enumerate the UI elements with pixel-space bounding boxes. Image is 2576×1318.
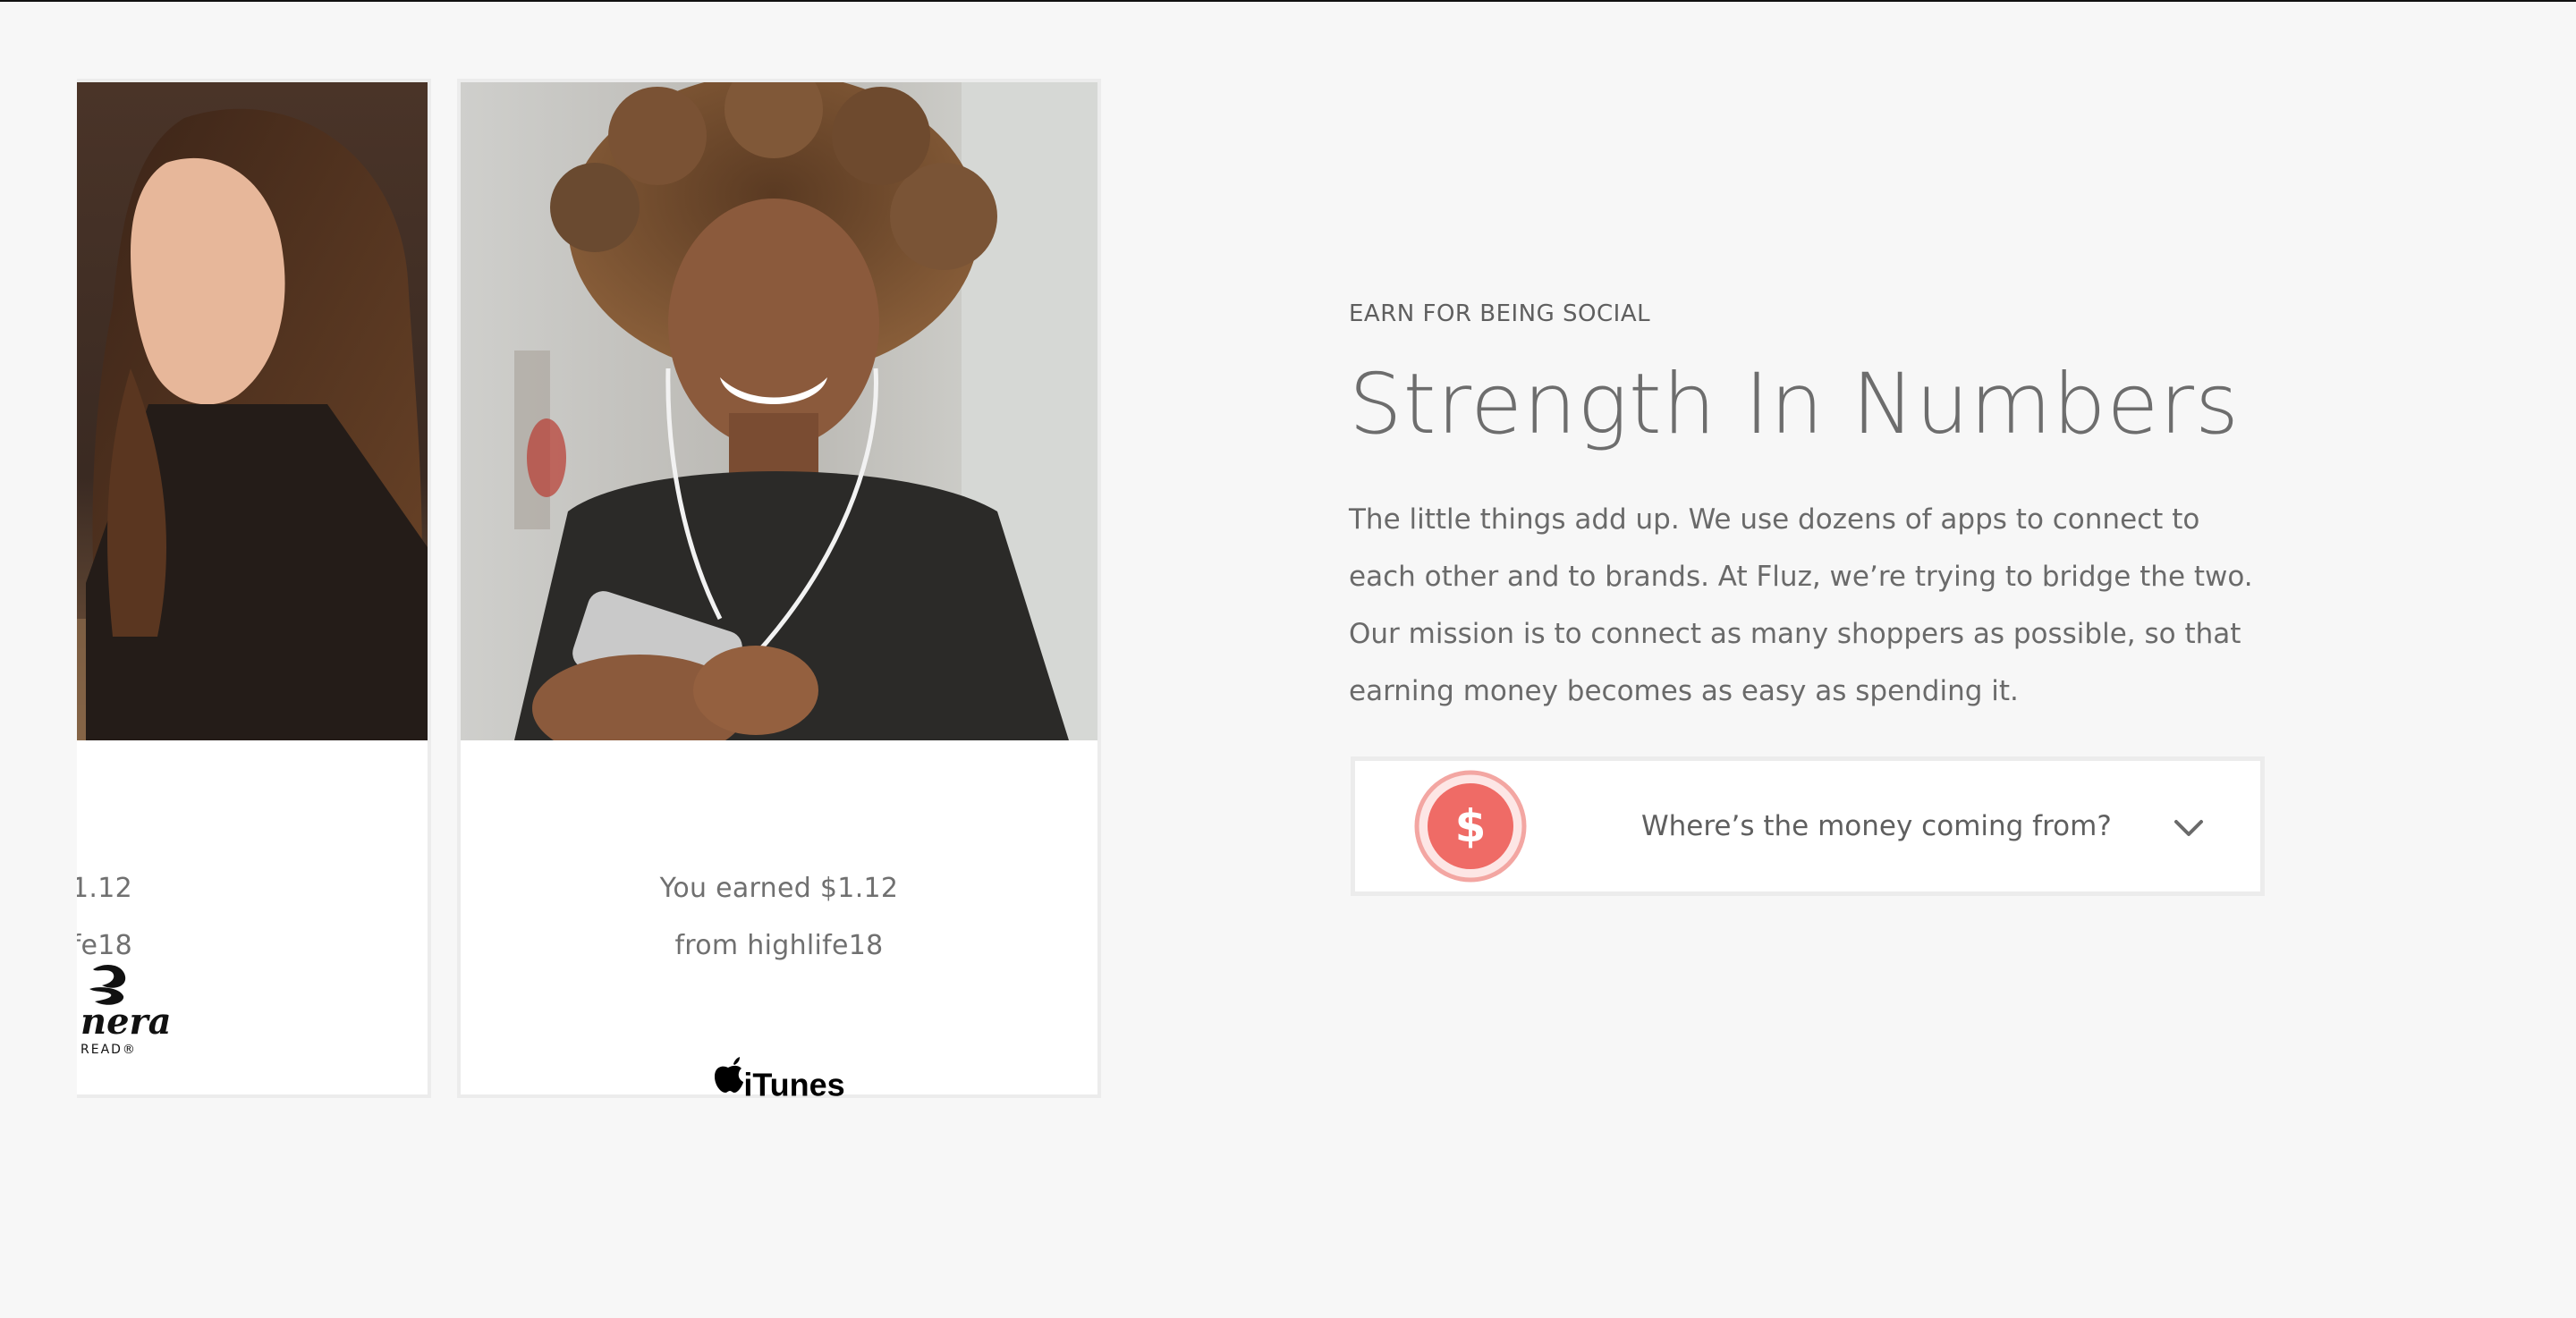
faq-accordion-item[interactable]: $ Where’s the money coming from?	[1351, 756, 2265, 896]
section-eyebrow: EARN FOR BEING SOCIAL	[1349, 300, 1651, 327]
earn-amount-text: You earned $1.12	[659, 873, 899, 904]
svg-text:$: $	[1455, 800, 1487, 852]
earn-source-text: from highlife18	[674, 930, 884, 961]
earn-source-text: highlife18	[77, 930, 132, 961]
section-body: The little things add up. We use dozens …	[1349, 503, 2253, 707]
testimonial-carousel[interactable]: rned $1.12 highlife18 nera READ®	[77, 79, 1106, 1098]
apple-icon	[713, 1057, 744, 1096]
testimonial-card[interactable]: You earned $1.12 from highlife18 iTunes	[457, 79, 1101, 1098]
page: rned $1.12 highlife18 nera READ®	[0, 0, 2576, 1318]
itunes-wordmark: iTunes	[743, 1066, 845, 1099]
faq-question: Where’s the money coming from?	[1641, 810, 2112, 842]
woman-with-phone-photo	[461, 82, 1097, 740]
panera-logo: nera READ®	[80, 960, 349, 1062]
itunes-logo: iTunes	[461, 1057, 1097, 1098]
svg-text:nera: nera	[80, 1001, 172, 1043]
testimonial-card[interactable]: rned $1.12 highlife18 nera READ®	[77, 79, 431, 1098]
earn-amount-text: rned $1.12	[77, 873, 132, 904]
chevron-down-icon[interactable]	[2171, 815, 2207, 841]
feature-section: EARN FOR BEING SOCIAL Strength In Number…	[1349, 300, 2270, 720]
woman-portrait-photo	[77, 82, 428, 740]
dollar-coin-icon: $	[1414, 770, 1527, 883]
section-title: Strength In Numbers	[1349, 356, 2240, 453]
top-divider	[0, 0, 2576, 2]
svg-text:READ®: READ®	[80, 1043, 137, 1057]
